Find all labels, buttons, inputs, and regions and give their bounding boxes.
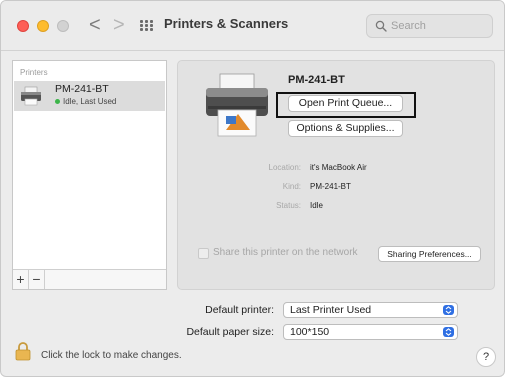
help-button[interactable]: ? (476, 347, 496, 367)
printers-scanners-window: < > Printers & Scanners Printers PM-241- (0, 0, 505, 377)
search-input[interactable] (391, 18, 489, 34)
open-print-queue-button[interactable]: Open Print Queue... (288, 95, 403, 112)
default-paper-size-label: Default paper size: (186, 326, 274, 338)
printer-list-item-status: Idle, Last Used (55, 97, 116, 106)
share-printer-checkbox[interactable] (198, 248, 209, 259)
status-value: Idle (310, 201, 323, 210)
zoom-window-button[interactable] (57, 20, 69, 32)
printer-list-item[interactable]: PM-241-BT Idle, Last Used (14, 81, 165, 111)
location-value: it's MacBook Air (310, 163, 367, 172)
status-dot-icon (55, 99, 60, 105)
back-button[interactable]: < (89, 13, 101, 37)
sharing-preferences-button[interactable]: Sharing Preferences... (378, 246, 481, 262)
add-printer-button[interactable]: + (13, 270, 29, 289)
default-paper-size-select[interactable]: 100*150 (283, 324, 458, 340)
printer-name-heading: PM-241-BT (288, 74, 345, 86)
kind-value: PM-241-BT (310, 182, 351, 191)
default-printer-value: Last Printer Used (290, 304, 372, 316)
printer-list-item-status-text: Idle, Last Used (63, 97, 117, 106)
minimize-window-button[interactable] (37, 20, 49, 32)
lock-message: Click the lock to make changes. (41, 350, 182, 361)
kind-label: Kind: (282, 182, 301, 191)
select-stepper-icon (443, 305, 454, 315)
default-printer-select[interactable]: Last Printer Used (283, 302, 458, 318)
options-supplies-button[interactable]: Options & Supplies... (288, 120, 403, 137)
search-icon (375, 20, 387, 32)
printer-list-header: Printers (20, 68, 48, 77)
show-all-grid-icon[interactable] (140, 20, 154, 31)
search-field[interactable] (366, 14, 493, 38)
default-printer-label: Default printer: (205, 304, 274, 316)
remove-printer-button[interactable]: − (29, 270, 45, 289)
lock-icon[interactable] (15, 341, 31, 361)
printer-list-item-name: PM-241-BT (55, 83, 109, 95)
printer-icon (21, 86, 41, 106)
location-label: Location: (268, 163, 301, 172)
share-printer-label: Share this printer on the network (213, 247, 358, 258)
forward-button[interactable]: > (113, 13, 125, 37)
title-bar: < > Printers & Scanners (1, 1, 504, 51)
window-title: Printers & Scanners (164, 16, 289, 31)
default-paper-size-value: 100*150 (290, 326, 330, 338)
status-label: Status: (276, 201, 301, 210)
printer-list: Printers PM-241-BT Idle, Last Used + − (12, 60, 167, 290)
printer-list-footer: + − (13, 269, 166, 289)
printer-large-icon (206, 73, 268, 137)
select-stepper-icon (443, 327, 454, 337)
printer-detail-panel: PM-241-BT Open Print Queue... Options & … (177, 60, 495, 290)
close-window-button[interactable] (17, 20, 29, 32)
